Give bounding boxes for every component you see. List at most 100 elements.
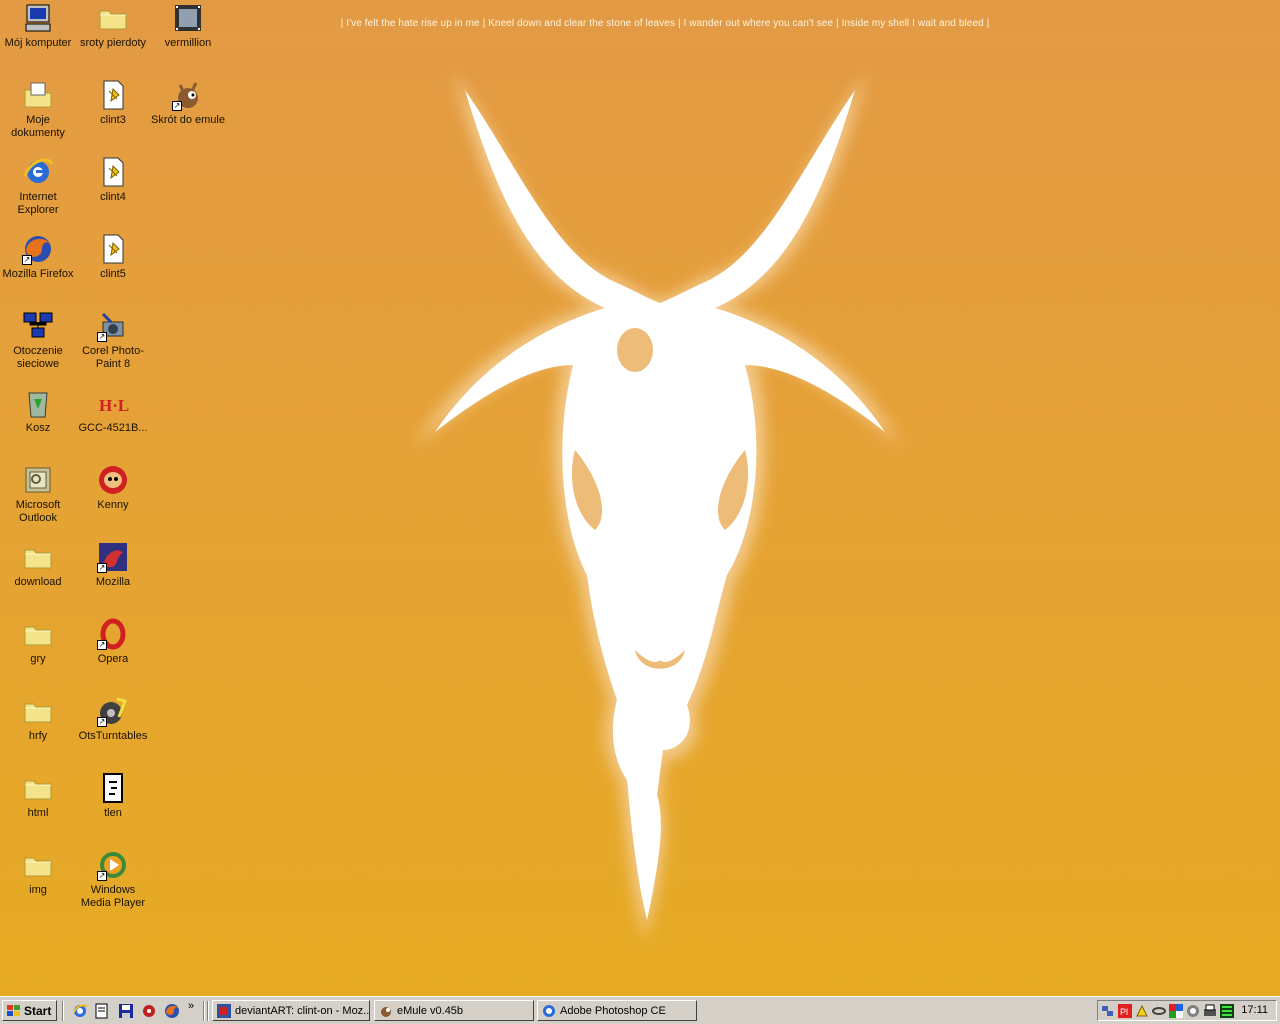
- desktop-icon-mój-komputer[interactable]: Mój komputer: [0, 2, 76, 50]
- shortcut-arrow-icon: ↗: [172, 101, 182, 111]
- desktop-icon-label: gry: [30, 653, 46, 665]
- desktop-icon-tlen[interactable]: tlen: [75, 772, 151, 820]
- hl-icon: H·L: [97, 387, 129, 419]
- computer-icon: [22, 2, 54, 34]
- desktop-icon-gry[interactable]: gry: [0, 618, 76, 666]
- desktop-icon-label: Mój komputer: [4, 37, 72, 49]
- shortcut-arrow-icon: ↗: [97, 871, 107, 881]
- desktop-quicklaunch-icon[interactable]: [94, 1003, 110, 1019]
- desktop-icon-gcc-4521b[interactable]: H·L GCC-4521B...: [75, 387, 151, 435]
- recycle-bin-icon: [22, 387, 54, 419]
- desktop-icon-hrfy[interactable]: hrfy: [0, 695, 76, 743]
- film-icon: [172, 2, 204, 34]
- desktop-icon-label: download: [14, 576, 62, 588]
- image-file-icon: [97, 156, 129, 188]
- desktop-icon-label: GCC-4521B...: [78, 422, 148, 434]
- clock[interactable]: 17:11: [1241, 1004, 1268, 1016]
- desktop-icon-moje-dokumenty[interactable]: Moje dokumenty: [0, 79, 76, 140]
- desktop-icon-mozilla[interactable]: ↗ Mozilla: [75, 541, 151, 589]
- task-photoshop[interactable]: Adobe Photoshop CE: [537, 1000, 697, 1021]
- windows-logo-icon: [7, 1004, 21, 1017]
- corel-icon: ↗: [97, 310, 129, 342]
- desktop-icon-sroty-pierdoty[interactable]: sroty pierdoty: [75, 2, 151, 50]
- image-file-icon: [97, 233, 129, 265]
- desktop-icon-clint3[interactable]: clint3: [75, 79, 151, 127]
- desktop-icon-label: Skrót do emule: [151, 114, 225, 126]
- taskbar-separator: [203, 1001, 205, 1021]
- shortcut-arrow-icon: ↗: [22, 255, 32, 265]
- tray-printer-icon[interactable]: [1203, 1004, 1217, 1018]
- desktop-icon-label: clint4: [100, 191, 126, 203]
- ie-icon: [22, 156, 54, 188]
- folder-icon: [22, 849, 54, 881]
- task-deviantart[interactable]: deviantART: clint-on - Moz...: [212, 1000, 370, 1021]
- desktop-icon-label: Windows Media Player: [80, 884, 146, 909]
- desktop-icon-label: clint5: [100, 268, 126, 280]
- desktop-icon-kosz[interactable]: Kosz: [0, 387, 76, 435]
- desktop-icon-label: OtsTurntables: [78, 730, 148, 742]
- save-quicklaunch-icon[interactable]: [118, 1003, 134, 1019]
- tray-link-icon[interactable]: [1152, 1004, 1166, 1018]
- firefox-quicklaunch-icon[interactable]: [164, 1003, 180, 1019]
- desktop-icon-label: Internet Explorer: [17, 191, 59, 216]
- folder-icon: [22, 695, 54, 727]
- desktop-icon-label: hrfy: [28, 730, 48, 742]
- documents-folder-icon: [22, 79, 54, 111]
- desktop-icon-label: Moje dokumenty: [11, 114, 65, 139]
- desktop-icon-internet-explorer[interactable]: Internet Explorer: [0, 156, 76, 217]
- desktop-icon-label: Kenny: [97, 499, 129, 511]
- folder-icon: [97, 2, 129, 34]
- start-label: Start: [24, 1003, 52, 1018]
- image-file-icon: [97, 79, 129, 111]
- taskbar-separator: [62, 1001, 64, 1021]
- system-tray: Pl 17:11: [1097, 1000, 1277, 1021]
- media-quicklaunch-icon[interactable]: [141, 1003, 157, 1019]
- start-button[interactable]: Start: [2, 1000, 57, 1021]
- tray-emule-icon[interactable]: [1135, 1004, 1149, 1018]
- tray-network-icon[interactable]: [1101, 1004, 1115, 1018]
- desktop-icon-img[interactable]: img: [0, 849, 76, 897]
- desktop-icon-corel-photo-paint-8[interactable]: ↗ Corel Photo-Paint 8: [75, 310, 151, 371]
- task-label: deviantART: clint-on - Moz...: [235, 1004, 370, 1017]
- quicklaunch-more-chevron[interactable]: »: [188, 1000, 204, 1016]
- folder-icon: [22, 541, 54, 573]
- shortcut-arrow-icon: ↗: [97, 332, 107, 342]
- desktop-icon-clint4[interactable]: clint4: [75, 156, 151, 204]
- desktop-icon-skrót-do-emule[interactable]: ↗ Skrót do emule: [150, 79, 226, 127]
- desktop-icon-label: sroty pierdoty: [79, 37, 147, 49]
- taskbar-separator: [207, 1001, 209, 1021]
- tray-pl-icon[interactable]: Pl: [1118, 1004, 1132, 1018]
- desktop-icon-mozilla-firefox[interactable]: ↗ Mozilla Firefox: [0, 233, 76, 281]
- task-emule[interactable]: eMule v0.45b: [374, 1000, 534, 1021]
- desktop-icon-html[interactable]: html: [0, 772, 76, 820]
- desktop-icon-clint5[interactable]: clint5: [75, 233, 151, 281]
- desktop-icon-label: Mozilla: [95, 576, 131, 588]
- desktop-icon-microsoft-outlook[interactable]: Microsoft Outlook: [0, 464, 76, 525]
- ie-quicklaunch-icon[interactable]: [72, 1003, 88, 1019]
- desktop-icon-label: img: [29, 884, 47, 896]
- desktop-icon-kenny[interactable]: Kenny: [75, 464, 151, 512]
- svg-text:H·L: H·L: [99, 396, 129, 415]
- folder-icon: [22, 618, 54, 650]
- tlen-icon: [97, 772, 129, 804]
- desktop-icon-opera[interactable]: ↗ Opera: [75, 618, 151, 666]
- svg-text:Pl: Pl: [1120, 1007, 1128, 1017]
- desktop-icon-label: Otoczenie sieciowe: [13, 345, 63, 370]
- firefox-icon: ↗: [22, 233, 54, 265]
- desktop-icon-otsturntables[interactable]: ↗ OtsTurntables: [75, 695, 151, 743]
- shortcut-arrow-icon: ↗: [97, 640, 107, 650]
- tray-colors-icon[interactable]: [1169, 1004, 1183, 1018]
- folder-icon: [22, 772, 54, 804]
- desktop-icon-label: Microsoft Outlook: [15, 499, 61, 524]
- shortcut-arrow-icon: ↗: [97, 717, 107, 727]
- network-icon: [22, 310, 54, 342]
- desktop-icon-otoczenie-sieciowe[interactable]: Otoczenie sieciowe: [0, 310, 76, 371]
- desktop-icon-label: html: [27, 807, 49, 819]
- desktop-icon-vermillion[interactable]: vermillion: [150, 2, 226, 50]
- tray-shield-icon[interactable]: [1186, 1004, 1200, 1018]
- desktop-icon-label: tlen: [104, 807, 122, 819]
- desktop-icon-windows-media-player[interactable]: ↗ Windows Media Player: [75, 849, 151, 910]
- desktop-icon-label: clint3: [100, 114, 126, 126]
- desktop-icon-download[interactable]: download: [0, 541, 76, 589]
- tray-meter-icon[interactable]: [1220, 1004, 1234, 1018]
